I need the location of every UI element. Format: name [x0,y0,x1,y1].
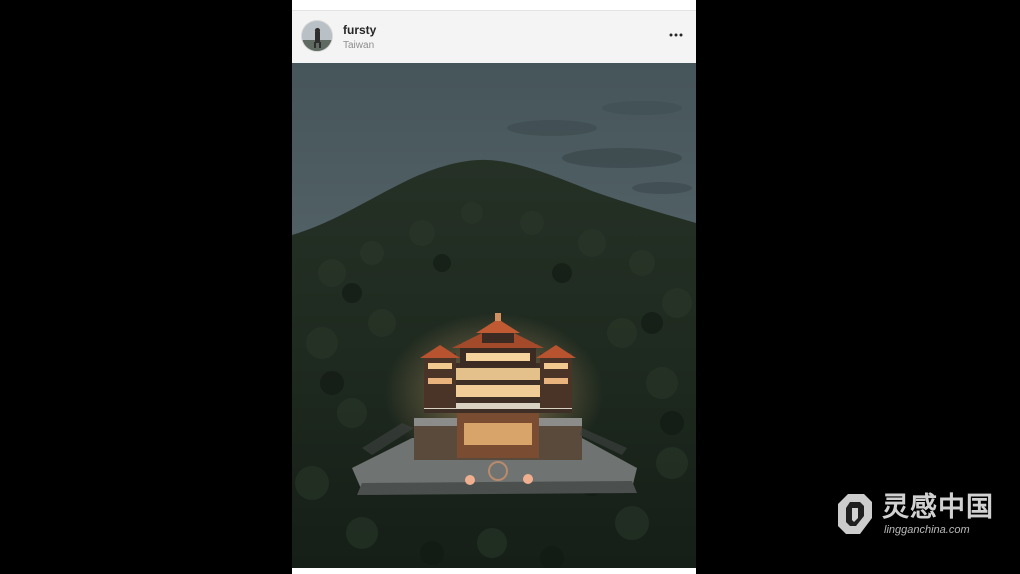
watermark-title: 灵感中国 [882,492,994,522]
post-footer-edge [292,568,696,574]
post-photo[interactable] [292,63,696,568]
instagram-post-card: fursty Taiwan [292,0,696,574]
lingganchina-logo-icon [838,494,872,534]
watermark: 灵感中国 lingganchina.com [830,488,1010,542]
location-link[interactable]: Taiwan [343,39,376,52]
more-options-button[interactable] [668,26,684,44]
avatar-photo [302,21,332,51]
user-info: fursty Taiwan [343,23,376,52]
temple-on-mountain-photo [292,63,696,568]
watermark-url: lingganchina.com [884,524,970,536]
more-options-icon [669,33,683,37]
previous-post-edge [292,0,696,11]
username-link[interactable]: fursty [343,23,376,38]
avatar[interactable] [302,21,332,51]
post-header: fursty Taiwan [292,11,696,63]
viewer-stage: fursty Taiwan 灵感中国 lingganchina.com [0,0,1020,574]
